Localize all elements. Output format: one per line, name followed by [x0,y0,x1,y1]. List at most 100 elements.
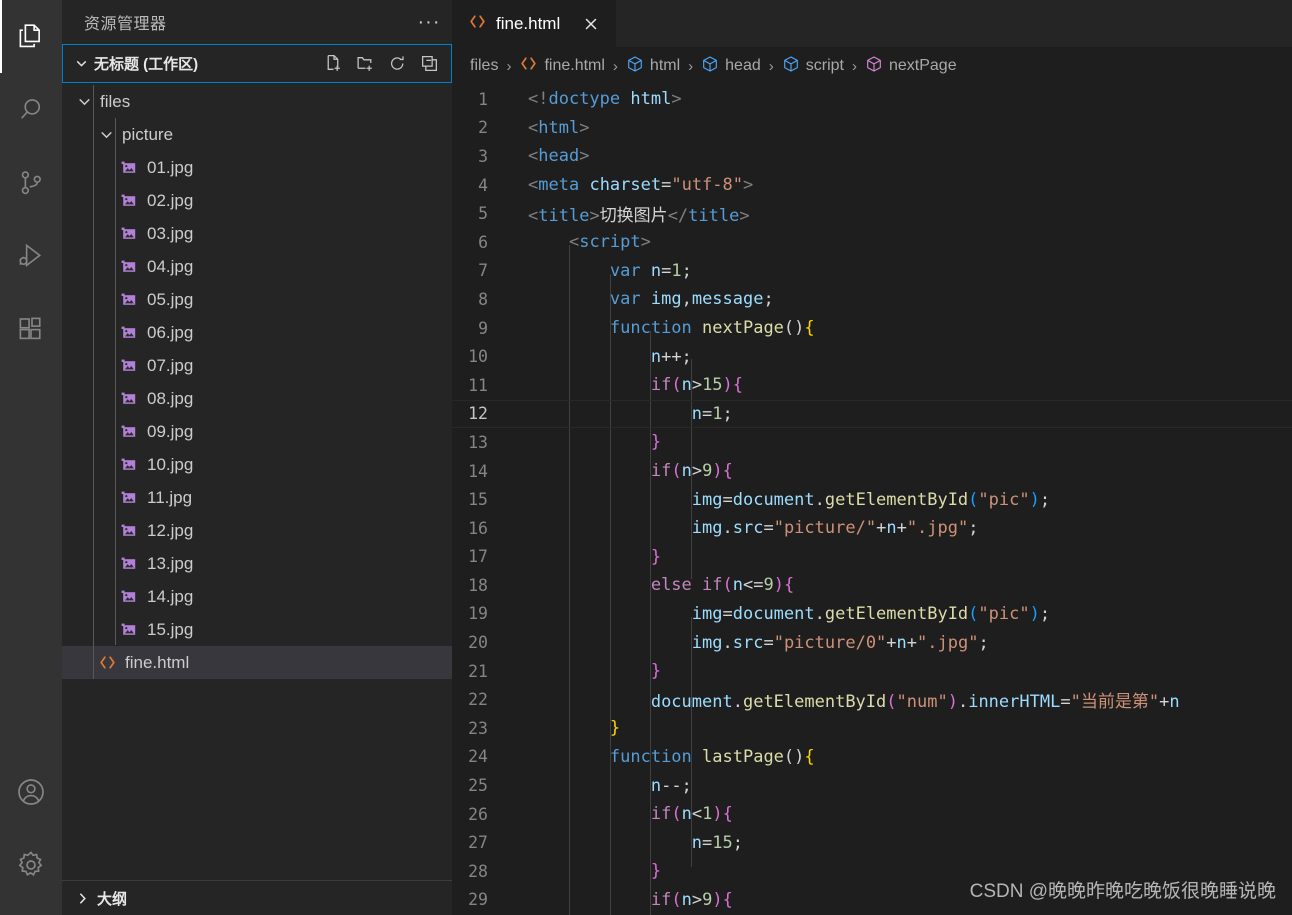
code-line-17[interactable]: 17 } [452,543,1292,572]
tree-row-label: 01.jpg [147,157,194,177]
code-line-8[interactable]: 8 var img,message; [452,285,1292,314]
sidebar-more-actions-button[interactable]: ··· [412,5,446,39]
code-line-21[interactable]: 21 } [452,657,1292,686]
line-content: <title>切换图片</title> [528,206,750,227]
activity-bar-item-search[interactable] [0,73,62,146]
file-tree[interactable]: files picture 01.jpg 02.jpg 03.jpg 04.jpg 05.j… [62,83,452,915]
line-number: 13 [468,432,488,452]
code-line-18[interactable]: 18 else if(n<=9){ [452,571,1292,600]
tree-row-label: 09.jpg [147,421,194,441]
tree-row-12-jpg[interactable]: 12.jpg [62,514,452,547]
tree-row-14-jpg[interactable]: 14.jpg [62,580,452,613]
breadcrumb-label: fine.html [544,57,605,74]
breadcrumb[interactable]: files › fine.html › html › head › script › nextPag… [452,47,1292,85]
workspace-header[interactable]: 无标题 (工作区) [62,44,452,83]
breadcrumb-item-head[interactable]: head [701,55,761,78]
code-line-12[interactable]: 12 n=1; [452,399,1292,429]
code-line-16[interactable]: 16 img.src="picture/"+n+".jpg"; [452,514,1292,543]
code-line-20[interactable]: 20 img.src="picture/0"+n+".jpg"; [452,628,1292,657]
line-number: 24 [468,747,488,767]
line-number: 18 [468,575,488,595]
activity-bar-item-extensions[interactable] [0,292,62,365]
tree-row-03-jpg[interactable]: 03.jpg [62,217,452,250]
line-content: img=document.getElementById("pic"); [691,489,1051,510]
tree-row-05-jpg[interactable]: 05.jpg [62,283,452,316]
outline-header[interactable]: 大纲 [62,881,452,915]
code-editor[interactable]: 1 <!doctype html> 2 <html> 3 <head> 4 <meta cha… [452,85,1292,915]
tree-row-label: 13.jpg [147,553,194,573]
tree-row-15-jpg[interactable]: 15.jpg [62,613,452,646]
line-content: } [650,432,662,453]
code-line-7[interactable]: 7 var n=1; [452,257,1292,286]
tree-row-10-jpg[interactable]: 10.jpg [62,448,452,481]
code-line-1[interactable]: 1 <!doctype html> [452,85,1292,114]
tree-row-09-jpg[interactable]: 09.jpg [62,415,452,448]
tree-row-11-jpg[interactable]: 11.jpg [62,481,452,514]
refresh-icon[interactable] [383,50,411,78]
tree-row-01-jpg[interactable]: 01.jpg [62,151,452,184]
tree-row-files[interactable]: files [62,85,452,118]
chevron-right-icon [74,890,91,907]
close-icon[interactable] [579,12,603,36]
tree-row-13-jpg[interactable]: 13.jpg [62,547,452,580]
image-file-icon [118,588,140,606]
code-line-14[interactable]: 14 if(n>9){ [452,457,1292,486]
line-number: 12 [468,404,488,424]
tree-row-06-jpg[interactable]: 06.jpg [62,316,452,349]
breadcrumb-item-script[interactable]: script [782,55,844,78]
new-file-icon[interactable] [319,50,347,78]
line-content: if(n>9){ [650,889,733,910]
activity-bar-item-source-control[interactable] [0,146,62,219]
code-line-13[interactable]: 13 } [452,428,1292,457]
code-line-11[interactable]: 11 if(n>15){ [452,371,1292,400]
code-line-26[interactable]: 26 if(n<1){ [452,800,1292,829]
breadcrumb-item-nextPage[interactable]: nextPage [865,55,957,78]
line-content: <html> [528,117,590,138]
breadcrumb-separator: › [688,57,694,75]
tree-row-04-jpg[interactable]: 04.jpg [62,250,452,283]
breadcrumb-item-fine-html[interactable]: fine.html [519,54,605,78]
line-number: 2 [478,118,488,138]
activity-bar-item-run-and-debug[interactable] [0,219,62,292]
code-line-5[interactable]: 5 <title>切换图片</title> [452,199,1292,228]
code-line-15[interactable]: 15 img=document.getElementById("pic"); [452,485,1292,514]
tree-row-label: 08.jpg [147,388,194,408]
account-icon [15,776,47,808]
activity-bar-item-manage[interactable] [0,828,62,901]
image-file-icon [118,159,140,177]
code-line-3[interactable]: 3 <head> [452,142,1292,171]
code-line-29[interactable]: 29 if(n>9){ [452,886,1292,915]
source-control-icon [16,168,46,198]
activity-bar-item-accounts[interactable] [0,755,62,828]
outline-panel: 大纲 [62,880,452,915]
breadcrumb-item-files[interactable]: files [470,57,498,75]
collapse-all-icon[interactable] [415,50,443,78]
code-line-9[interactable]: 9 function nextPage(){ [452,314,1292,343]
line-content: function nextPage(){ [609,318,815,339]
tree-row-label: 07.jpg [147,355,194,375]
code-line-24[interactable]: 24 function lastPage(){ [452,743,1292,772]
code-line-2[interactable]: 2 <html> [452,114,1292,143]
tree-row-02-jpg[interactable]: 02.jpg [62,184,452,217]
code-line-22[interactable]: 22 document.getElementById("num").innerH… [452,685,1292,714]
code-line-27[interactable]: 27 n=15; [452,828,1292,857]
code-line-25[interactable]: 25 n--; [452,771,1292,800]
new-folder-icon[interactable] [351,50,379,78]
code-line-19[interactable]: 19 img=document.getElementById("pic"); [452,600,1292,629]
code-line-23[interactable]: 23 } [452,714,1292,743]
tree-row-07-jpg[interactable]: 07.jpg [62,349,452,382]
image-file-icon [118,192,140,210]
tree-row-picture[interactable]: picture [62,118,452,151]
code-line-10[interactable]: 10 n++; [452,342,1292,371]
tree-row-label: 15.jpg [147,619,194,639]
code-line-6[interactable]: 6 <script> [452,228,1292,257]
code-line-28[interactable]: 28 } [452,857,1292,886]
chevron-down-icon [74,93,94,110]
tree-row-fine-html[interactable]: fine.html [62,646,452,679]
breadcrumb-item-html[interactable]: html [626,55,680,78]
tree-row-08-jpg[interactable]: 08.jpg [62,382,452,415]
tab-fine-html[interactable]: fine.html [452,0,617,47]
image-file-icon [118,555,140,573]
code-line-4[interactable]: 4 <meta charset="utf-8"> [452,171,1292,200]
activity-bar-item-explorer[interactable] [0,0,62,73]
